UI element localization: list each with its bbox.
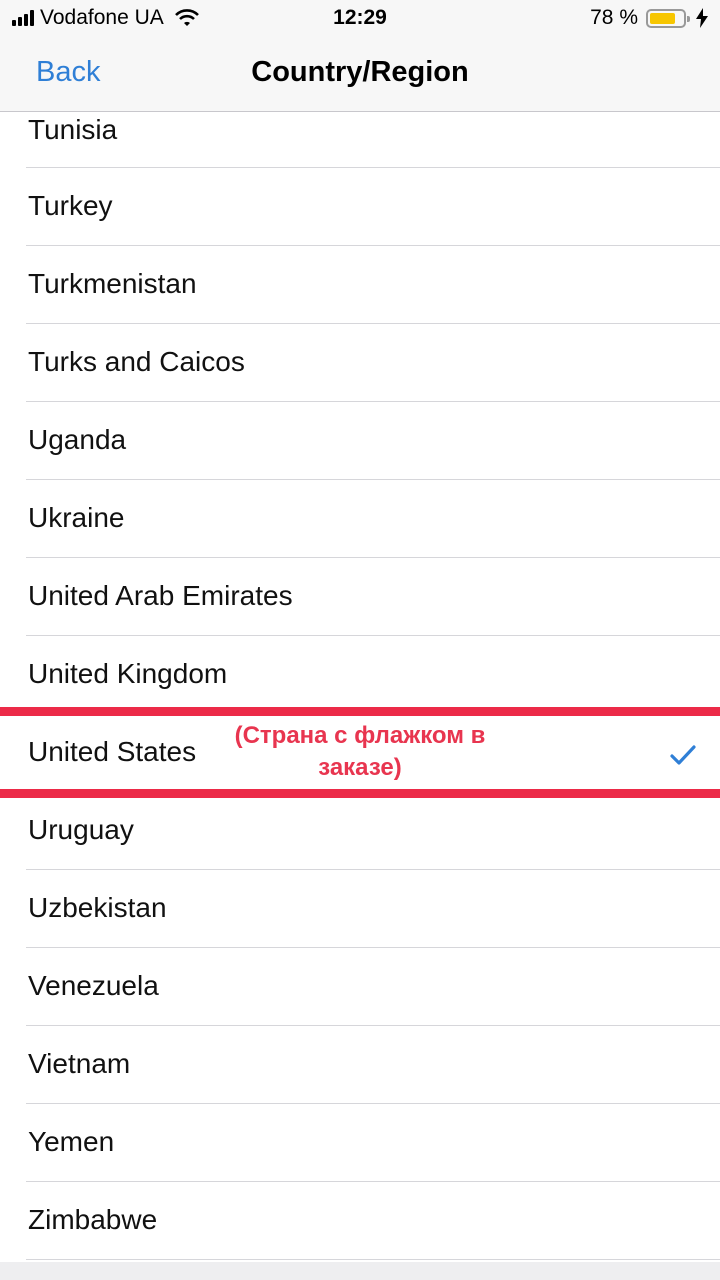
checkmark-icon	[670, 745, 696, 765]
navigation-bar: Back Country/Region	[0, 36, 720, 112]
country-row[interactable]: Uzbekistan	[0, 870, 720, 948]
country-list: Tunisia Turkey Turkmenistan Turks and Caico…	[0, 112, 720, 1260]
country-row[interactable]: Tunisia	[0, 112, 720, 168]
battery-icon	[646, 8, 690, 28]
country-name: Uzbekistan	[28, 892, 167, 923]
country-row[interactable]: Vietnam	[0, 1026, 720, 1104]
country-name: Zimbabwe	[28, 1204, 158, 1235]
country-name: Turks and Caicos	[28, 346, 245, 377]
status-right: 78 %	[590, 6, 708, 30]
annotation-line-bottom	[0, 789, 720, 798]
country-row[interactable]: Uruguay	[0, 792, 720, 870]
bottom-bar	[0, 1262, 720, 1280]
battery-percent: 78 %	[590, 6, 638, 29]
country-row[interactable]: Turkmenistan	[0, 246, 720, 324]
country-row[interactable]: Ukraine	[0, 480, 720, 558]
page-title: Country/Region	[251, 56, 469, 88]
country-name: Yemen	[28, 1126, 115, 1157]
country-name: Uruguay	[28, 814, 134, 845]
country-name: United Kingdom	[28, 658, 228, 689]
country-row[interactable]: Uganda	[0, 402, 720, 480]
country-row[interactable]: United Arab Emirates	[0, 558, 720, 636]
country-name: Venezuela	[28, 970, 159, 1001]
screen: Vodafone UA 12:29 78 % Back Country/Regi…	[0, 0, 720, 1280]
country-row[interactable]: United Kingdom	[0, 636, 720, 714]
country-name: Uganda	[28, 424, 127, 455]
battery-fill	[650, 12, 675, 24]
country-row[interactable]: Turks and Caicos	[0, 324, 720, 402]
charging-bolt-icon	[696, 8, 708, 28]
country-row[interactable]: Turkey	[0, 168, 720, 246]
annotation-text: (Страна с флажком в заказе)	[225, 720, 495, 784]
country-name: Turkmenistan	[28, 268, 197, 299]
country-name: Turkey	[28, 190, 113, 221]
annotation-line-1: (Страна с флажком в	[234, 722, 486, 749]
annotation-line-2: заказе)	[318, 754, 402, 781]
annotation-line-top	[0, 707, 720, 716]
country-row[interactable]: Venezuela	[0, 948, 720, 1026]
country-name: United Arab Emirates	[28, 580, 293, 611]
country-name: United States	[28, 736, 197, 767]
country-row[interactable]: Zimbabwe	[0, 1182, 720, 1260]
country-name: Tunisia	[28, 114, 118, 145]
status-bar: Vodafone UA 12:29 78 %	[0, 0, 720, 36]
country-name: Ukraine	[28, 502, 125, 533]
row-separator	[26, 1259, 720, 1260]
country-row[interactable]: Yemen	[0, 1104, 720, 1182]
country-name: Vietnam	[28, 1048, 131, 1079]
